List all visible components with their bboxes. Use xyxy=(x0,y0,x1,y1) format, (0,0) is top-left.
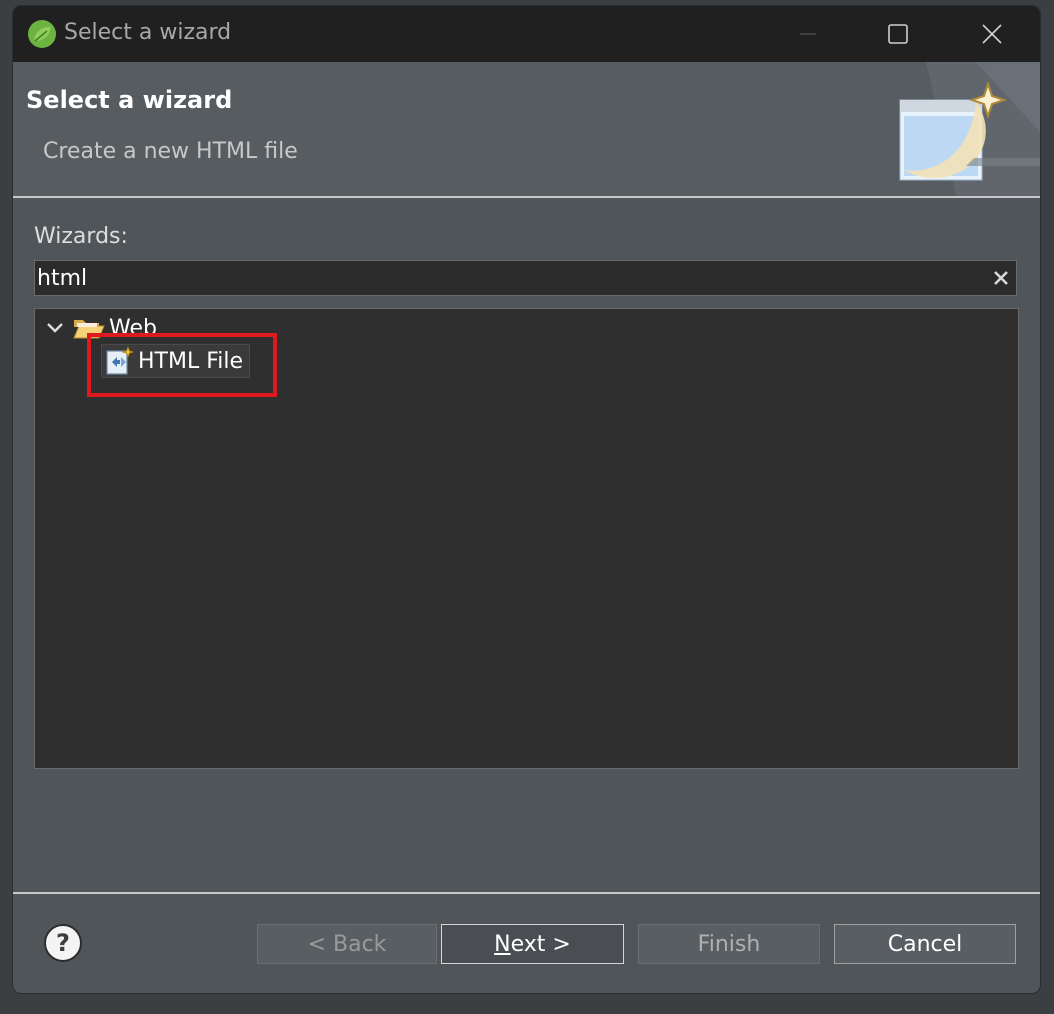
minimize-icon xyxy=(800,33,816,35)
minimize-button[interactable] xyxy=(763,6,853,62)
close-icon xyxy=(982,24,1002,44)
tree-item-label: Web xyxy=(109,315,157,341)
help-button[interactable]: ? xyxy=(43,923,83,963)
maximize-button[interactable] xyxy=(853,6,943,62)
banner-description: Create a new HTML file xyxy=(43,139,298,164)
wizards-label: Wizards: xyxy=(34,224,128,249)
tree-item-html-file[interactable]: HTML File xyxy=(101,344,251,378)
wizard-filter-input[interactable] xyxy=(37,263,977,293)
tree-item-web[interactable]: Web xyxy=(43,311,157,345)
folder-open-icon xyxy=(73,320,105,339)
window-title: Select a wizard xyxy=(64,20,232,45)
next-mnemonic: N xyxy=(494,931,511,957)
new-wizard-graphic-icon xyxy=(899,62,1040,196)
banner-heading: Select a wizard xyxy=(26,86,233,114)
banner-separator xyxy=(13,196,1040,198)
close-window-button[interactable] xyxy=(947,6,1037,62)
back-button[interactable]: < Back xyxy=(257,924,437,964)
clear-icon xyxy=(994,271,1008,285)
wizard-filter[interactable] xyxy=(34,260,1017,296)
next-button[interactable]: Next > xyxy=(441,924,624,964)
html-file-icon xyxy=(106,346,134,375)
wizard-banner: Select a wizard Create a new HTML file xyxy=(13,62,1040,196)
button-bar-separator xyxy=(13,892,1040,894)
tree-item-label: HTML File xyxy=(138,348,244,374)
maximize-icon xyxy=(888,24,908,44)
finish-button[interactable]: Finish xyxy=(638,924,820,964)
next-label: ext > xyxy=(510,931,571,957)
chevron-down-icon[interactable] xyxy=(43,316,67,340)
cancel-button[interactable]: Cancel xyxy=(834,924,1016,964)
help-icon: ? xyxy=(56,929,70,957)
spring-leaf-icon xyxy=(28,20,56,48)
wizard-dialog: Select a wizard Select a wizard Create a… xyxy=(13,6,1040,993)
clear-filter-button[interactable] xyxy=(990,267,1012,289)
selected-tree-item[interactable]: HTML File xyxy=(101,344,251,378)
wizard-tree: Web HTML File xyxy=(34,308,1019,769)
title-bar: Select a wizard xyxy=(13,6,1040,62)
